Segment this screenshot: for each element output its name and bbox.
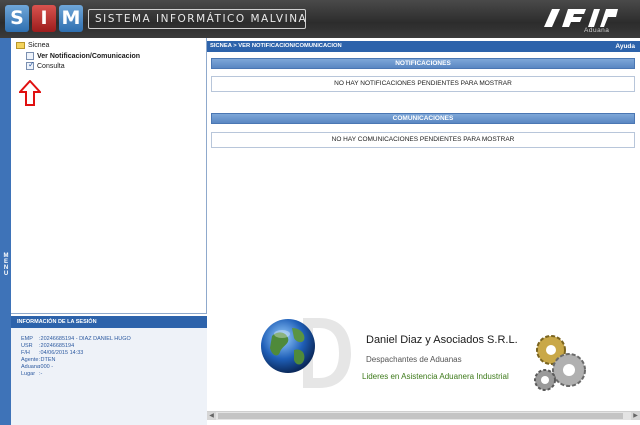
session-key: EMP [21,336,33,342]
scroll-thumb[interactable] [218,413,623,419]
session-value: :20246685194 [39,343,75,349]
session-key: Lugar [21,371,36,377]
notificaciones-empty-message: NO HAY NOTIFICACIONES PENDIENTES PARA MO… [211,76,635,92]
company-tagline: Lideres en Asistencia Aduanera Industria… [362,372,509,381]
menu-label: MENU [2,253,9,280]
comunicaciones-header: COMUNICACIONES [211,113,635,124]
session-row-agente: Agente:DTEN [21,357,56,363]
session-value: :DTEN [39,357,56,363]
sim-logo-s: S [5,5,29,32]
breadcrumb-bar: SICNEA > VER NOTIFICACION/COMUNICACION A… [207,41,640,52]
folder-icon [16,42,25,49]
session-key: USR [21,343,33,349]
tree-item-label: Ver Notificacion/Comunicacion [37,52,141,60]
horizontal-scrollbar[interactable]: ◀ ▶ [207,411,640,420]
session-row-usr: USR :20246685194 [21,343,74,349]
afip-logo-icon [544,9,618,27]
scroll-left-arrow-icon[interactable]: ◀ [207,412,216,420]
session-info-panel: EMP :20246685194 - DIAZ DANIEL HUGO USR :2… [11,328,207,425]
aduana-subtitle: Aduana [584,27,610,34]
tree-item-consulta[interactable]: ✓ Consulta [26,60,65,70]
app-header: S I M SISTEMA INFORMÁTICO MALVINA Aduana [0,0,640,38]
session-key: F/H [21,350,30,356]
help-button[interactable]: Ayuda [615,41,635,52]
tree-item-ver-notificacion[interactable]: Ver Notificacion/Comunicacion [26,52,140,60]
sim-logo-m: M [59,5,83,32]
sim-logo-i: I [32,5,56,32]
checkbox-icon: ✓ [26,60,35,70]
menu-label-text: MENU [3,253,9,277]
company-subtitle: Despachantes de Aduanas [366,355,462,364]
session-value: :- [39,371,43,377]
session-info-header: INFORMACIÓN DE LA SESIÓN [11,316,207,328]
tree-node-label: Sicnea [28,42,50,49]
session-value: :20246685194 - DIAZ DANIEL HUGO [39,336,131,342]
session-row-aduana: Aduana:000 - [21,364,53,370]
breadcrumb: SICNEA > VER NOTIFICACION/COMUNICACION [210,43,342,49]
session-row-fh: F/H :04/06/2015 14:33 [21,350,83,356]
notificaciones-header: NOTIFICACIONES [211,58,635,69]
system-title: SISTEMA INFORMÁTICO MALVINA [88,9,306,29]
session-row-lugar: Lugar:- [21,371,42,377]
company-name: Daniel Diaz y Asociados S.R.L. [366,334,518,346]
session-key: Aduana [21,364,40,370]
menu-toggle-strip[interactable]: MENU [0,38,11,425]
tree-node-sicnea[interactable]: Sicnea [16,42,49,49]
tree-item-label: Consulta [37,62,65,70]
red-arrow-icon [19,80,41,106]
session-row-emp: EMP :20246685194 - DIAZ DANIEL HUGO [21,336,131,342]
page-icon [26,52,34,60]
globe-icon [261,319,315,373]
main-content: SICNEA > VER NOTIFICACION/COMUNICACION A… [207,38,640,425]
session-value: :000 - [39,364,54,370]
comunicaciones-empty-message: NO HAY COMUNICACIONES PENDIENTES PARA MO… [211,132,635,148]
scroll-right-arrow-icon[interactable]: ▶ [631,412,640,420]
gears-icon [534,335,586,391]
session-value: :04/06/2015 14:33 [39,350,84,356]
session-key: Agente [21,357,39,363]
